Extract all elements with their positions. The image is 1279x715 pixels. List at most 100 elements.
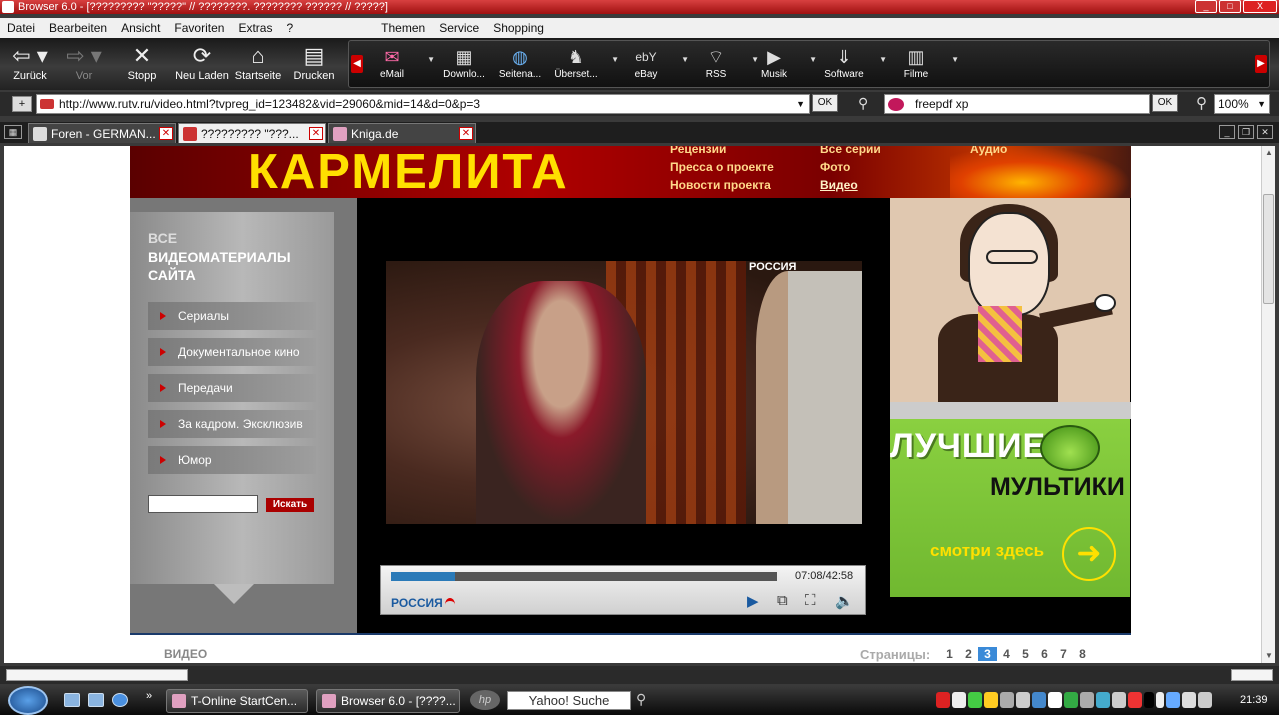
volume-icon[interactable]: 🔈 — [835, 592, 854, 610]
header-link-press[interactable]: Пресса о проекте — [670, 160, 774, 174]
tray-app-icon[interactable] — [1000, 692, 1014, 708]
close-button[interactable]: X — [1243, 0, 1277, 13]
vertical-scrollbar[interactable]: ▲ ▼ — [1261, 146, 1275, 663]
switch-windows-icon[interactable] — [88, 693, 104, 707]
minimize-button[interactable]: _ — [1195, 0, 1217, 13]
cartoon-banner[interactable] — [890, 198, 1130, 402]
hp-icon[interactable]: hp — [470, 690, 500, 710]
tray-battery-icon[interactable] — [1156, 692, 1164, 708]
sidebar-item-behind-scenes[interactable]: За кадром. Эксклюзив — [148, 410, 316, 438]
link-musik[interactable]: ▶ Musik ▼ — [741, 43, 817, 87]
tray-mail-icon[interactable] — [952, 692, 966, 708]
tab-foren[interactable]: Foren - GERMAN... ✕ — [28, 123, 176, 143]
fullscreen-icon[interactable]: ⛶ — [805, 592, 816, 609]
menu-datei[interactable]: Datei — [0, 21, 42, 35]
tray-network-icon[interactable] — [1166, 692, 1180, 708]
sidebar-item-documentary[interactable]: Документальное кино — [148, 338, 316, 366]
sidebar-item-shows[interactable]: Передачи — [148, 374, 316, 402]
scroll-down-icon[interactable]: ▼ — [1262, 649, 1276, 663]
chevron-down-icon[interactable]: ▼ — [951, 55, 959, 64]
copy-link-icon[interactable]: ⧉ — [777, 592, 788, 609]
url-dropdown-icon[interactable]: ▼ — [796, 95, 805, 113]
link-software[interactable]: ⇓ Software ▼ — [811, 43, 887, 87]
reload-button[interactable]: ⟳ Neu Laden — [172, 42, 232, 88]
page-link-6[interactable]: 6 — [1035, 647, 1054, 661]
arrow-right-icon[interactable]: ➜ — [1062, 527, 1116, 581]
tab-close-icon[interactable]: ✕ — [459, 127, 473, 140]
search-icon[interactable]: ⚲ — [636, 691, 646, 708]
menu-ansicht[interactable]: Ansicht — [114, 21, 167, 35]
tab-close-all-icon[interactable]: ✕ — [1257, 125, 1273, 139]
tray-app-icon[interactable] — [1080, 692, 1094, 708]
page-link-8[interactable]: 8 — [1073, 647, 1092, 661]
search-input[interactable]: freepdf xp — [884, 94, 1150, 114]
menu-help[interactable]: ? — [279, 21, 300, 35]
page-link-7[interactable]: 7 — [1054, 647, 1073, 661]
menu-extras[interactable]: Extras — [231, 21, 279, 35]
menu-shopping[interactable]: Shopping — [486, 21, 551, 35]
link-filme[interactable]: ▥ Filme ▼ — [883, 43, 959, 87]
sidebar-search-input[interactable] — [148, 495, 258, 513]
sidebar-item-serials[interactable]: Сериалы — [148, 302, 316, 330]
tab-minimize-icon[interactable]: _ — [1219, 125, 1235, 139]
start-button[interactable] — [8, 686, 48, 715]
home-button[interactable]: ⌂ Startseite — [228, 42, 288, 88]
video-frame[interactable]: РОССИЯ — [386, 261, 862, 524]
tray-app-icon[interactable] — [1096, 692, 1110, 708]
tray-bluetooth-icon[interactable] — [1182, 692, 1196, 708]
link-uebersetzer[interactable]: ♞ Überset... ▼ — [543, 43, 619, 87]
play-icon[interactable]: ▶ — [747, 592, 759, 610]
header-link-audio[interactable]: Аудио — [970, 146, 1007, 156]
yahoo-search-input[interactable]: Yahoo! Suche — [507, 691, 631, 710]
page-link-4[interactable]: 4 — [997, 647, 1016, 661]
internet-explorer-icon[interactable] — [112, 693, 128, 707]
menu-themen[interactable]: Themen — [374, 21, 432, 35]
tray-opera-icon[interactable] — [1128, 692, 1142, 708]
link-rss[interactable]: ⌔ RSS ▼ — [683, 43, 759, 87]
search-engine-icon[interactable] — [888, 98, 904, 111]
tray-app-icon[interactable] — [1048, 692, 1062, 708]
sidebar-item-humor[interactable]: Юмор — [148, 446, 316, 474]
tray-app-icon[interactable] — [1032, 692, 1046, 708]
stop-button[interactable]: ✕ Stopp — [112, 42, 172, 88]
chevron-down-icon[interactable]: ▼ — [1257, 95, 1266, 113]
tab-current[interactable]: ????????? "???... ✕ — [178, 123, 326, 143]
header-link-news[interactable]: Новости проекта — [670, 178, 771, 192]
cartoons-promo-banner[interactable]: ЛУЧШИЕ МУЛЬТИКИ смотри здесь ➜ — [890, 419, 1130, 597]
quicklaunch-more-icon[interactable]: » — [146, 690, 152, 702]
forward-button[interactable]: ⇨ ▾ Vor — [54, 42, 114, 88]
header-link-reviews[interactable]: Рецензии — [670, 146, 726, 156]
tray-clover-icon[interactable] — [968, 692, 982, 708]
page-link-3[interactable]: 3 — [978, 647, 997, 661]
back-button[interactable]: ⇦ ▾ Zurück — [0, 42, 60, 88]
task-browser[interactable]: Browser 6.0 - [????... — [316, 689, 460, 713]
linkbar-right-arrow-icon[interactable]: ▶ — [1255, 55, 1267, 73]
tray-star-icon[interactable] — [984, 692, 998, 708]
header-link-episodes[interactable]: Все серии — [820, 146, 881, 156]
link-ebay[interactable]: ebY eBay ▼ — [613, 43, 689, 87]
sidebar-search-button[interactable]: Искать — [266, 498, 314, 512]
header-link-photo[interactable]: Фото — [820, 160, 850, 174]
menu-bearbeiten[interactable]: Bearbeiten — [42, 21, 114, 35]
progress-bar[interactable] — [391, 572, 777, 581]
link-email[interactable]: ✉ eMail ▼ — [359, 43, 435, 87]
add-favorite-icon[interactable]: + — [12, 96, 32, 112]
page-link-1[interactable]: 1 — [940, 647, 959, 661]
header-link-video[interactable]: Видео — [820, 178, 858, 192]
menu-favoriten[interactable]: Favoriten — [167, 21, 231, 35]
maximize-button[interactable]: □ — [1219, 0, 1241, 13]
tab-overview-icon[interactable]: ▦ — [4, 125, 22, 139]
tray-app-icon[interactable] — [936, 692, 950, 708]
tab-restore-icon[interactable]: ❐ — [1238, 125, 1254, 139]
show-desktop-icon[interactable] — [64, 693, 80, 707]
tray-app-icon[interactable] — [1064, 692, 1078, 708]
site-logo[interactable]: КАРМЕЛИТА — [248, 146, 569, 200]
menu-service[interactable]: Service — [432, 21, 486, 35]
page-link-2[interactable]: 2 — [959, 647, 978, 661]
scroll-up-icon[interactable]: ▲ — [1262, 146, 1276, 160]
tray-app-icon[interactable] — [1016, 692, 1030, 708]
task-tonline[interactable]: T-Online StartCen... — [166, 689, 308, 713]
scrollbar-thumb[interactable] — [1263, 194, 1274, 304]
url-input[interactable]: http://www.rutv.ru/video.html?tvpreg_id=… — [36, 94, 810, 114]
tray-app-icon[interactable] — [1112, 692, 1126, 708]
